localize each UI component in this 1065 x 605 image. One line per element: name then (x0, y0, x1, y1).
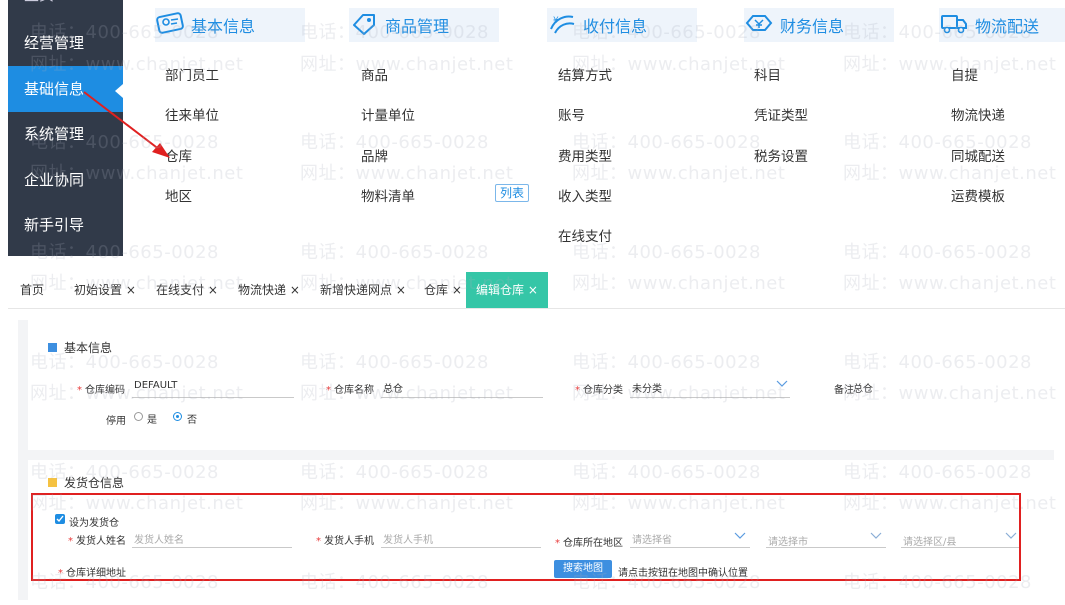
tag-icon (349, 11, 385, 39)
payment-icon: ¥ (547, 11, 583, 39)
section-icon (48, 478, 57, 487)
radio-no-label: 否 (187, 415, 197, 426)
menu-link-freight[interactable]: 运费模板 (951, 185, 1005, 205)
province-select[interactable]: 请选择省 (632, 531, 672, 546)
province-underline (630, 547, 750, 548)
menu-link-income[interactable]: 收入类型 (558, 185, 612, 205)
chevron-down-icon[interactable] (870, 532, 882, 540)
tab-new-outlet[interactable]: 新增快递网点 × (320, 272, 406, 308)
tab-edit-warehouse[interactable]: 编辑仓库 × (466, 272, 548, 308)
district-underline (901, 547, 1019, 548)
menu-link-settlement[interactable]: 结算方式 (558, 64, 612, 84)
city-underline (766, 547, 886, 548)
menu-link-express[interactable]: 物流快递 (951, 104, 1005, 124)
id-card-icon (155, 11, 191, 39)
sender-name-label: * 发货人姓名 (68, 536, 126, 547)
name-input[interactable]: 总仓 (383, 380, 403, 395)
radio-no[interactable] (173, 412, 182, 421)
set-shipping-label: 设为发货仓 (69, 518, 119, 529)
city-select[interactable]: 请选择市 (768, 533, 808, 548)
menu-link-voucher[interactable]: 凭证类型 (754, 104, 808, 124)
menu-link-account[interactable]: 账号 (558, 104, 585, 124)
radio-yes-label: 是 (147, 415, 157, 426)
sidebar-item-partial[interactable]: 主页 (24, 0, 54, 5)
annotation-arrow (83, 91, 170, 158)
form-area (18, 320, 1054, 600)
menu-link-unit[interactable]: 计量单位 (361, 104, 415, 124)
basic-info-panel (28, 320, 1054, 450)
sender-name-underline (132, 547, 292, 548)
code-label: * 仓库编码 (77, 385, 125, 396)
category-title: 物流配送 (975, 17, 1040, 36)
mega-menu: 基本信息 部门员工 往来单位 仓库 地区 商品管理 商品 计量单位 品牌 物料清… (123, 0, 1065, 256)
category-underline (630, 397, 790, 398)
menu-link-brand[interactable]: 品牌 (361, 145, 388, 165)
category-header-logistics: 物流配送 (939, 8, 1065, 42)
section-icon (48, 343, 57, 352)
category-header-goods: 商品管理 (349, 8, 499, 42)
section-title-text: 发货仓信息 (64, 476, 125, 490)
category-label: * 仓库分类 (575, 385, 623, 396)
category-title: 商品管理 (385, 17, 450, 36)
category-select[interactable]: 未分类 (632, 380, 662, 395)
sender-phone-label: * 发货人手机 (316, 536, 374, 547)
truck-icon (939, 11, 975, 39)
menu-link-subject[interactable]: 科目 (754, 64, 781, 84)
category-header-payment: ¥ 收付信息 (547, 8, 697, 42)
section-title-text: 基本信息 (64, 341, 113, 355)
map-hint: 请点击按钮在地图中确认位置 (618, 568, 748, 579)
category-header-basic: 基本信息 (155, 8, 305, 42)
radio-yes[interactable] (134, 412, 143, 421)
shipping-panel (28, 460, 1054, 600)
shipping-title: 发货仓信息 (48, 474, 124, 491)
district-select[interactable]: 请选择区/县 (903, 533, 956, 548)
category-title: 收付信息 (583, 17, 648, 36)
sender-phone-underline (381, 547, 541, 548)
name-label: * 仓库名称 (326, 385, 374, 396)
menu-link-expense[interactable]: 费用类型 (558, 145, 612, 165)
sidebar-item-guide[interactable]: 新手引导 (8, 202, 123, 248)
search-map-button[interactable]: 搜索地图 (554, 560, 612, 578)
code-input[interactable]: DEFAULT (134, 380, 177, 391)
svg-text:¥: ¥ (553, 16, 559, 26)
tab-bar: 首页 初始设置 × 在线支付 × 物流快递 × 新增快递网点 × 仓库 × 编辑… (8, 272, 1065, 309)
finance-icon (744, 11, 780, 39)
menu-link-region[interactable]: 地区 (165, 185, 192, 205)
region-label: * 仓库所在地区 (555, 538, 623, 549)
tab-home[interactable]: 首页 (20, 272, 44, 308)
menu-link-pickup[interactable]: 自提 (951, 64, 978, 84)
code-underline (132, 397, 294, 398)
basic-info-title: 基本信息 (48, 339, 112, 356)
menu-link-online-pay[interactable]: 在线支付 (558, 225, 612, 245)
chevron-down-icon[interactable] (734, 532, 746, 540)
menu-link-tax[interactable]: 税务设置 (754, 145, 808, 165)
category-header-finance: 财务信息 (744, 8, 894, 42)
tab-initial-settings[interactable]: 初始设置 × (74, 272, 136, 308)
address-label: * 仓库详细地址 (58, 568, 126, 579)
remark-label: 备注 (834, 385, 854, 396)
tab-express[interactable]: 物流快递 × (238, 272, 300, 308)
menu-link-same-city[interactable]: 同城配送 (951, 145, 1005, 165)
category-title: 财务信息 (780, 17, 845, 36)
remark-input[interactable]: 总仓 (853, 380, 873, 395)
tab-warehouse[interactable]: 仓库 × (424, 272, 462, 308)
list-tag[interactable]: 列表 (495, 184, 530, 202)
category-title: 基本信息 (191, 17, 256, 36)
disabled-label: 停用 (106, 416, 126, 427)
set-shipping-checkbox[interactable] (55, 514, 65, 524)
sidebar-item-business[interactable]: 经营管理 (8, 20, 123, 66)
check-icon (56, 515, 64, 523)
menu-link-staff[interactable]: 部门员工 (165, 64, 219, 84)
chevron-down-icon[interactable] (1005, 532, 1017, 540)
sender-name-input[interactable]: 发货人姓名 (134, 531, 184, 546)
name-underline (381, 397, 543, 398)
menu-link-bom[interactable]: 物料清单 (361, 185, 415, 205)
menu-link-goods[interactable]: 商品 (361, 64, 388, 84)
chevron-down-icon[interactable] (776, 380, 788, 388)
tab-online-pay[interactable]: 在线支付 × (156, 272, 218, 308)
sender-phone-input[interactable]: 发货人手机 (383, 531, 433, 546)
